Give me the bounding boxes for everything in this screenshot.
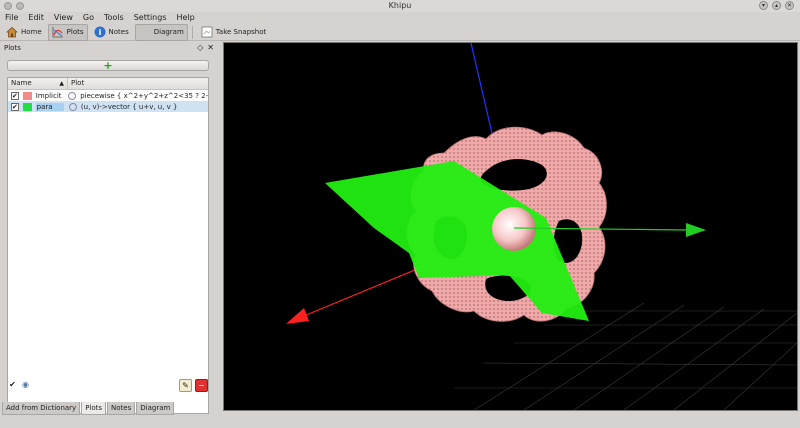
plot-list: Name ▲ Plot ✔ Implicit piecewise { x^2+y… (7, 77, 209, 414)
menu-bar: File Edit View Go Tools Settings Help (0, 12, 800, 24)
window-menu-buttons[interactable] (4, 2, 24, 10)
plot-type-icon (69, 102, 77, 111)
plus-icon: + (103, 59, 113, 72)
take-snapshot-button[interactable]: Take Snapshot (197, 24, 270, 41)
title-bar: Khipu ▾ ▴ ✕ (0, 0, 800, 12)
edit-icon[interactable]: ✎ (179, 379, 192, 392)
list-item[interactable]: ✔ Implicit piecewise { x^2+y^2+z^2<35 ? … (8, 90, 208, 101)
dock-close-icon[interactable]: ✕ (207, 43, 214, 52)
main-toolbar: Home Plots i Notes Diagram Take Snapshot (0, 23, 800, 41)
column-name-label: Name (11, 79, 32, 87)
status-bar (0, 416, 800, 428)
remove-icon[interactable]: − (195, 379, 208, 392)
maximize-button[interactable]: ▴ (772, 1, 781, 10)
svg-text:i: i (98, 28, 101, 37)
center-sphere (492, 207, 536, 251)
3d-plot-view[interactable] (223, 42, 798, 411)
toolbar-separator (191, 25, 193, 39)
pin-icon[interactable] (16, 2, 24, 10)
plot-expression: (u, v)->vector { u+v, u, v } (80, 102, 178, 111)
window-title: Khipu (388, 1, 412, 10)
check-all-icon[interactable]: ✔ (7, 379, 18, 390)
dock-title: Plots (4, 44, 21, 52)
dock-tabs: Add from Dictionary Plots Notes Diagram (0, 402, 220, 415)
settings-icon[interactable]: ◉ (20, 379, 31, 390)
tab-notes[interactable]: Notes (107, 402, 136, 415)
menu-tools[interactable]: Tools (99, 12, 129, 24)
menu-file[interactable]: File (0, 12, 23, 24)
info-icon: i (94, 26, 106, 38)
minimize-button[interactable]: ▾ (759, 1, 768, 10)
list-header: Name ▲ Plot (8, 78, 208, 90)
home-button[interactable]: Home (2, 24, 46, 41)
home-icon (6, 27, 18, 38)
3d-canvas[interactable] (224, 43, 797, 410)
diagram-button[interactable]: Diagram (134, 23, 188, 41)
visible-checkbox[interactable]: ✔ (11, 102, 19, 111)
tab-plots[interactable]: Plots (81, 402, 107, 415)
tab-diagram[interactable]: Diagram (136, 402, 175, 415)
diagram-label: Diagram (153, 28, 184, 36)
tab-add-from-dictionary[interactable]: Add from Dictionary (2, 402, 81, 415)
snapshot-icon (201, 26, 213, 38)
menu-settings[interactable]: Settings (129, 12, 172, 24)
notes-button[interactable]: i Notes (90, 24, 133, 41)
notes-label: Notes (108, 28, 129, 36)
menu-edit[interactable]: Edit (23, 12, 49, 24)
column-plot-header[interactable]: Plot (68, 78, 84, 89)
color-swatch[interactable] (22, 102, 32, 111)
x-axis-arrow (286, 308, 309, 324)
y-axis-arrow (686, 223, 706, 237)
list-actions: ✔ ◉ ✎ − (7, 378, 209, 392)
home-label: Home (21, 28, 42, 36)
menu-view[interactable]: View (49, 12, 78, 24)
plots-button[interactable]: Plots (47, 23, 88, 41)
color-swatch[interactable] (22, 91, 32, 100)
window-menu-icon[interactable] (4, 2, 12, 10)
plot-type-icon (68, 91, 77, 100)
list-item[interactable]: ✔ para (u, v)->vector { u+v, u, v } (8, 101, 208, 112)
plot-name: para (35, 102, 65, 111)
plots-label: Plots (66, 28, 84, 36)
close-button[interactable]: ✕ (785, 1, 794, 10)
plot-name: Implicit (35, 91, 62, 100)
dock-float-icon[interactable]: ◇ (197, 43, 203, 52)
diagram-icon (138, 26, 151, 38)
plots-dock: Plots ◇ ✕ + Name ▲ Plot ✔ Implicit piece… (0, 42, 218, 414)
add-plot-button[interactable]: + (7, 60, 209, 71)
column-name-header[interactable]: Name ▲ (8, 78, 68, 89)
menu-help[interactable]: Help (172, 12, 200, 24)
sort-up-icon: ▲ (59, 80, 64, 87)
column-plot-label: Plot (71, 79, 85, 87)
snapshot-label: Take Snapshot (215, 28, 267, 36)
visible-checkbox[interactable]: ✔ (11, 91, 19, 100)
menu-go[interactable]: Go (78, 12, 99, 24)
plot-expression: piecewise { x^2+y^2+z^2<35 ? 2-(co... (80, 91, 209, 100)
plots-icon (52, 27, 63, 38)
